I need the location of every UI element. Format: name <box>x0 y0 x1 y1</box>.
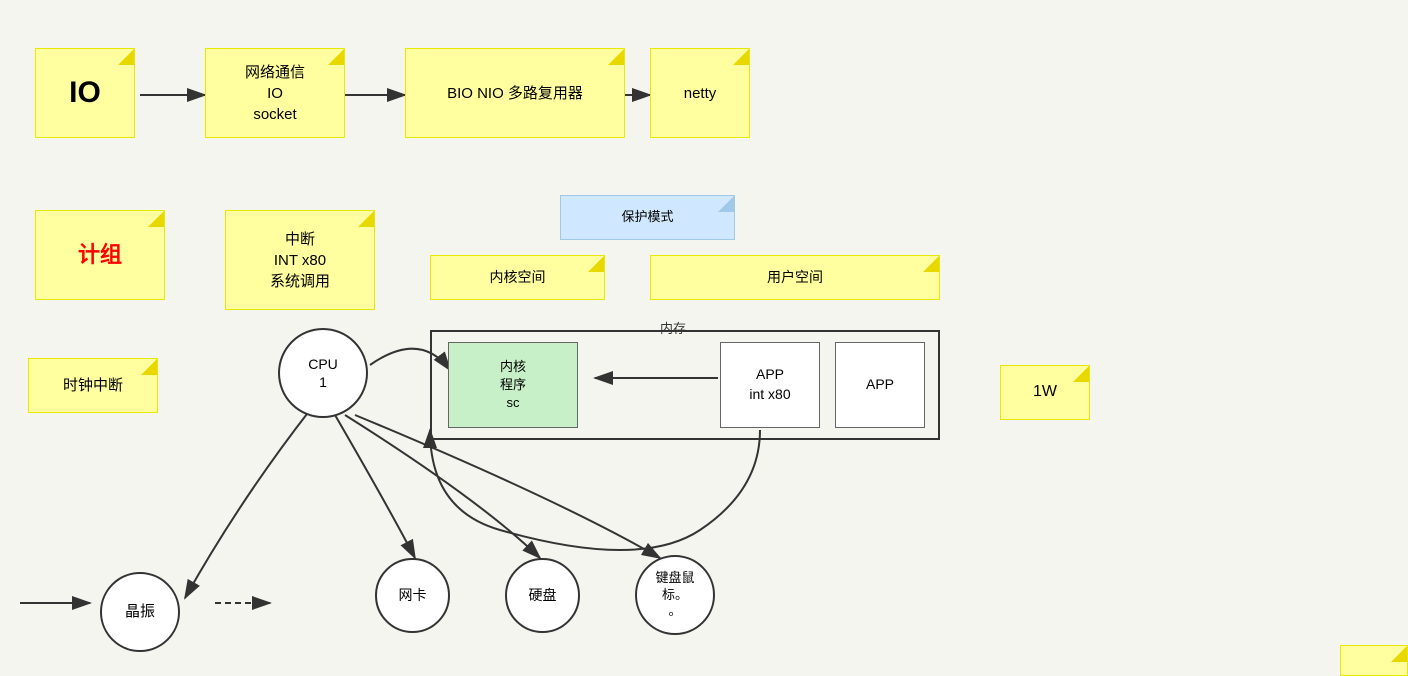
protection-mode-note: 保护模式 <box>560 195 735 240</box>
kernel-space-note: 内核空间 <box>430 255 605 300</box>
bio-nio-note: BIO NIO 多路复用器 <box>405 48 625 138</box>
network-comm-note: 网络通信 IO socket <box>205 48 345 138</box>
netty-note: netty <box>650 48 750 138</box>
app-box: APP <box>835 342 925 428</box>
jizu-note: 计组 <box>35 210 165 300</box>
user-space-note: 用户空间 <box>650 255 940 300</box>
harddisk-node: 硬盘 <box>505 558 580 633</box>
interrupt-note: 中断 INT x80 系统调用 <box>225 210 375 310</box>
kernel-program-box: 内核 程序 sc <box>448 342 578 428</box>
clock-interrupt-note: 时钟中断 <box>28 358 158 413</box>
oneW-note: 1W <box>1000 365 1090 420</box>
cpu-node: CPU 1 <box>278 328 368 418</box>
keyboard-mouse-node: 键盘鼠 标。 。 <box>635 555 715 635</box>
bottom-right-note <box>1340 645 1408 676</box>
app-int-box: APP int x80 <box>720 342 820 428</box>
nic-node: 网卡 <box>375 558 450 633</box>
crystal-node: 晶振 <box>100 572 180 652</box>
io-note: IO <box>35 48 135 138</box>
